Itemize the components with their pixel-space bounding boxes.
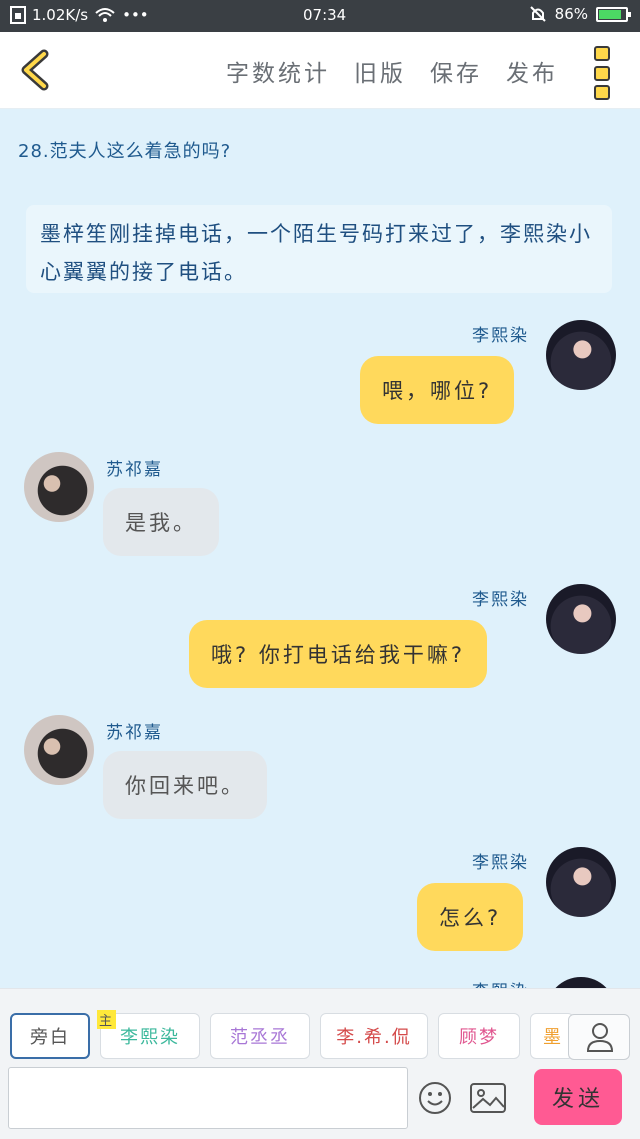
avatar <box>24 715 94 785</box>
back-icon[interactable] <box>14 48 58 92</box>
chat-area[interactable]: 28.范夫人这么着急的吗? 墨梓笙刚挂掉电话，一个陌生号码打来过了，李熙染小心翼… <box>0 109 640 989</box>
battery-icon <box>596 6 631 22</box>
save-button[interactable]: 保存 <box>430 54 482 88</box>
send-button[interactable]: 发送 <box>534 1069 622 1125</box>
old-version-button[interactable]: 旧版 <box>354 54 406 88</box>
add-role-button[interactable] <box>568 1014 630 1060</box>
word-count-button[interactable]: 字数统计 <box>226 54 330 88</box>
message-bubble: 喂，哪位? <box>360 356 515 424</box>
role-tab[interactable]: 李.希.侃 <box>320 1013 428 1059</box>
top-toolbar: 字数统计 旧版 保存 发布 <box>0 32 640 109</box>
message-bubble: 是我。 <box>103 488 219 556</box>
role-selector: 旁白 主李熙染 范丞丞 李.希.侃 顾梦 墨 <box>10 1010 574 1059</box>
avatar <box>546 847 616 917</box>
role-label: 墨 <box>543 1027 563 1048</box>
role-label: 李熙染 <box>120 1027 180 1048</box>
status-bar: 1.02K/s ••• 07:34 86% <box>0 0 640 32</box>
speaker-name: 李熙染 <box>472 326 529 346</box>
speaker-name: 李熙染 <box>472 853 529 873</box>
user-icon <box>586 1023 614 1052</box>
role-label: 李.希.侃 <box>336 1027 412 1048</box>
speaker-name: 苏祁嘉 <box>106 723 163 743</box>
speaker-name: 李熙染 <box>472 590 529 610</box>
role-tab[interactable]: 范丞丞 <box>210 1013 310 1059</box>
net-speed: 1.02K/s <box>32 6 89 24</box>
speaker-name: 苏祁嘉 <box>106 460 163 480</box>
role-tab[interactable]: 旁白 <box>10 1013 90 1059</box>
avatar <box>546 584 616 654</box>
role-label: 顾梦 <box>459 1027 499 1048</box>
menu-icon[interactable] <box>594 46 614 100</box>
role-tab[interactable]: 主李熙染 <box>97 1010 200 1059</box>
chapter-title: 28.范夫人这么着急的吗? <box>18 141 232 162</box>
message-bubble: 你回来吧。 <box>103 751 267 819</box>
clock: 07:34 <box>303 6 347 24</box>
narration-block: 墨梓笙刚挂掉电话，一个陌生号码打来过了，李熙染小心翼翼的接了电话。 <box>26 205 612 293</box>
battery-percent: 86% <box>554 5 588 23</box>
role-label: 范丞丞 <box>230 1027 290 1048</box>
message-bubble: 哦? 你打电话给我干嘛? <box>189 620 487 688</box>
sim-icon <box>10 6 26 24</box>
publish-button[interactable]: 发布 <box>506 54 558 88</box>
role-tab[interactable]: 顾梦 <box>438 1013 520 1059</box>
toolbar-actions: 字数统计 旧版 保存 发布 <box>226 54 558 88</box>
compose-bar: 旁白 主李熙染 范丞丞 李.希.侃 顾梦 墨 发送 <box>0 988 640 1139</box>
mute-icon <box>529 6 546 22</box>
wifi-icon <box>95 8 115 22</box>
message-bubble: 怎么? <box>417 883 524 951</box>
message-input[interactable] <box>8 1067 408 1129</box>
role-label: 旁白 <box>30 1027 70 1048</box>
avatar <box>546 320 616 390</box>
emoji-icon[interactable] <box>418 1081 452 1115</box>
main-badge: 主 <box>97 1010 117 1029</box>
image-icon[interactable] <box>470 1083 506 1113</box>
more-dots: ••• <box>122 6 149 24</box>
avatar <box>24 452 94 522</box>
